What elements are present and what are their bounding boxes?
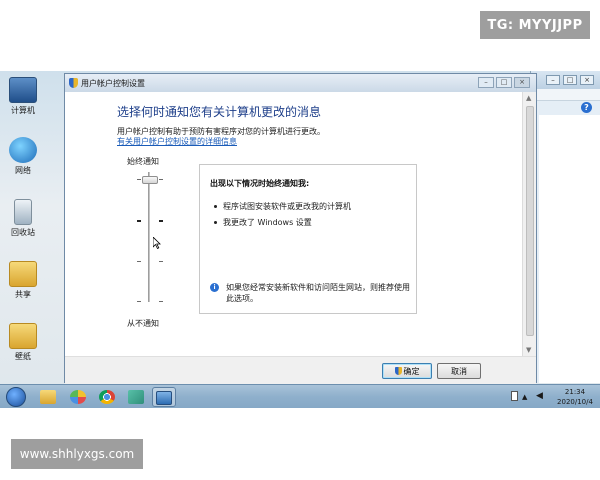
help-icon[interactable]: ? [581,102,592,113]
taskbar-clock[interactable]: 21:34 2020/10/4 [554,387,596,407]
dialog-scrollbar[interactable]: ▲ ▼ [522,92,536,356]
dialog-footer: 确定 取消 [65,356,536,384]
folder-icon [9,261,37,287]
slider-tick [159,301,163,302]
watermark-top: TG: MYYJJPP [480,11,590,39]
info-icon: i [210,283,219,292]
panel-heading: 出现以下情况时始终通知我: [210,179,310,188]
bullet-icon [214,205,217,208]
folder-icon [9,323,37,349]
desktop-icon-label: 共享 [15,290,31,299]
scroll-up-icon[interactable]: ▲ [526,94,531,102]
desktop-icon-label: 壁纸 [15,352,31,361]
cancel-button[interactable]: 取消 [437,363,481,379]
notification-slider-track[interactable] [148,172,150,302]
desktop-icon-recycle-bin[interactable]: 回收站 [0,199,46,238]
tray-expand-icon[interactable]: ▲ [522,393,527,401]
slider-tick [159,220,163,222]
dialog-title: 用户帐户控制设置 [81,78,145,88]
cancel-button-label: 取消 [451,366,467,376]
desktop-icon-network[interactable]: 网络 [0,137,46,176]
dialog-content: 选择何时通知您有关计算机更改的消息 用户帐户控制有助于预防有害程序对您的计算机进… [65,92,523,356]
close-icon[interactable]: × [580,75,594,85]
close-icon[interactable]: × [514,77,530,88]
pinwheel-icon [70,390,86,404]
slider-tick [159,179,163,180]
bullet-text: 我更改了 Windows 设置 [223,218,312,227]
scroll-down-icon[interactable]: ▼ [526,346,531,354]
action-center-flag-icon[interactable] [511,391,518,401]
slider-tick [159,261,163,262]
monitor-icon [156,391,172,405]
bullet-text: 程序试图安装软件或更改我的计算机 [223,202,351,211]
uac-settings-dialog: 用户帐户控制设置 – □ × 选择何时通知您有关计算机更改的消息 用户帐户控制有… [64,73,537,384]
desktop-icon-label: 计算机 [11,106,35,115]
background-window-pane [539,115,600,383]
desktop-screen: 计算机 网络 回收站 共享 壁纸 – □ × ? 用户帐户控制设置 – □ × … [0,71,600,408]
slider-tick [137,179,141,180]
slider-tick [137,301,141,302]
maximize-icon[interactable]: □ [563,75,577,85]
taskbar-app-photos[interactable] [66,387,90,407]
chrome-icon [99,390,115,404]
background-window-navbar [531,89,600,101]
ok-button-label: 确定 [403,366,420,376]
list-item: 程序试图安装软件或更改我的计算机 [214,201,351,212]
dialog-heading: 选择何时通知您有关计算机更改的消息 [117,105,322,119]
background-window: – □ × ? [530,71,600,383]
clock-time: 21:34 [564,388,586,396]
taskbar-app-explorer[interactable] [36,387,60,407]
background-window-titlebar: – □ × [531,71,600,89]
taskbar-app-control-panel[interactable] [152,387,176,407]
recommendation-note: i 如果您经常安装新软件和访问陌生网站，则推荐使用此选项。 [210,282,410,304]
recommendation-text: 如果您经常安装新软件和访问陌生网站，则推荐使用此选项。 [226,283,410,303]
clock-date: 2020/10/4 [557,398,593,406]
watermark-bottom: www.shhlyxgs.com [11,439,143,469]
mouse-cursor-icon [153,237,161,249]
taskbar-app-notes[interactable] [124,387,148,407]
desktop-icon-label: 网络 [15,166,31,175]
desktop-icon-wallpaper[interactable]: 壁纸 [0,323,46,362]
notification-slider-thumb[interactable] [142,176,158,184]
uac-shield-icon [69,78,78,88]
computer-icon [9,77,37,103]
network-icon [9,137,37,163]
uac-shield-icon [394,367,402,375]
minimize-icon[interactable]: – [478,77,494,88]
taskbar: ▲ ◀ 21:34 2020/10/4 [0,384,600,408]
slider-tick [137,261,141,262]
taskbar-app-chrome[interactable] [95,387,119,407]
slider-top-label: 始终通知 [127,157,159,166]
bullet-icon [214,221,217,224]
desktop-icon-share[interactable]: 共享 [0,261,46,300]
uac-info-link[interactable]: 有关用户帐户控制设置的详细信息 [117,136,237,147]
ok-button[interactable]: 确定 [382,363,432,379]
desktop-icon-label: 回收站 [11,228,35,237]
minimize-icon[interactable]: – [546,75,560,85]
notification-description-panel: 出现以下情况时始终通知我: 程序试图安装软件或更改我的计算机 我更改了 Wind… [199,164,417,314]
volume-icon[interactable]: ◀ [536,391,543,401]
start-button[interactable] [6,387,26,407]
maximize-icon[interactable]: □ [496,77,512,88]
slider-tick [137,220,141,222]
folder-icon [40,390,56,404]
scrollbar-thumb[interactable] [526,106,534,336]
notes-icon [128,390,144,404]
recycle-bin-icon [14,199,32,225]
list-item: 我更改了 Windows 设置 [214,217,312,228]
slider-bottom-label: 从不通知 [127,319,159,328]
desktop-icon-computer[interactable]: 计算机 [0,77,46,116]
dialog-titlebar[interactable]: 用户帐户控制设置 – □ × [65,74,536,92]
